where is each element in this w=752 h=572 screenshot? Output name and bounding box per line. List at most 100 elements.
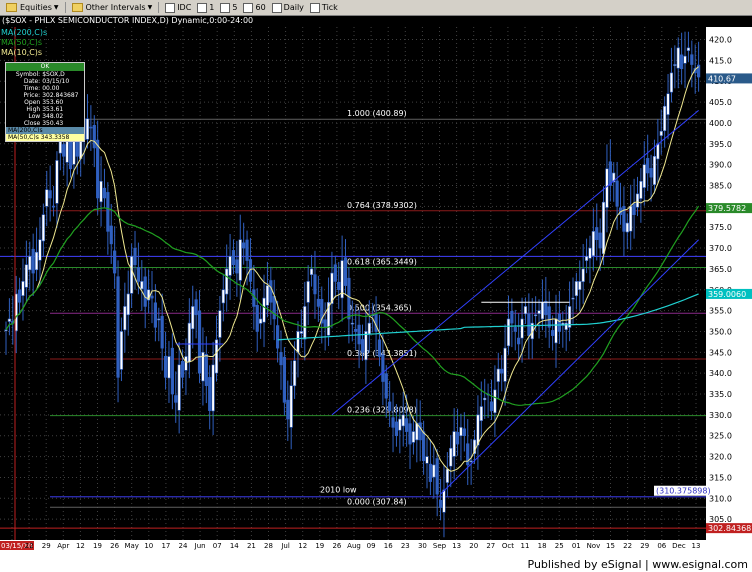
candle-body [686, 47, 691, 51]
info-rows: Symbol: $SOX,D Date: 03/15/10 Time: 00.00 Pric… [6, 71, 84, 127]
candle-body [228, 256, 232, 276]
candle-body [615, 180, 619, 207]
candle-body [225, 268, 229, 295]
candle-body [520, 318, 524, 339]
toolbar-equities[interactable]: Equities ▼ [6, 3, 59, 12]
info-row-value: 353.61 [42, 106, 64, 113]
candle-body [421, 431, 426, 462]
candle-body [28, 256, 32, 271]
candle-body [591, 231, 595, 257]
candle-body [99, 181, 103, 203]
candle-body [197, 310, 202, 374]
candle-body [557, 313, 562, 332]
y-tick-label: 395.0 [709, 140, 732, 149]
toolbar-daily[interactable]: Daily [271, 2, 304, 13]
x-tick-label: 16 [384, 542, 393, 550]
legend-ma200: MA(200,C)s [1, 28, 48, 37]
candle-body [24, 264, 28, 288]
candle-body [343, 257, 348, 286]
y-tick-label: 320.0 [709, 453, 732, 462]
candle-body [438, 499, 443, 508]
candle-body [330, 272, 334, 304]
footer: Published by eSignal | www.esignal.com [0, 557, 752, 572]
candle-body [646, 158, 650, 174]
dropdown-arrow-icon: ▼ [147, 4, 153, 11]
candle-body [578, 281, 582, 290]
y-tick-label: 310.0 [709, 494, 732, 503]
candle-body [269, 280, 273, 303]
toolbar-label: 5 [232, 3, 238, 12]
candle-body [262, 297, 266, 323]
candle-body [143, 276, 147, 307]
candle-body [510, 310, 514, 324]
toolbar-tick[interactable]: Tick [309, 2, 338, 13]
candle-body [680, 54, 684, 70]
level-label: 0.500 (354.365) [347, 303, 412, 312]
x-tick-label: 21 [247, 542, 256, 550]
candle-body [483, 397, 487, 401]
candle-body [45, 189, 49, 207]
candle-body [432, 464, 436, 478]
toolbar-label: Tick [321, 3, 338, 12]
y-tick-label: 390.0 [709, 161, 732, 170]
candle-body [462, 428, 466, 437]
toolbar: Equities ▼ Other Intervals ▼ IDC 1 5 60 Da… [0, 0, 752, 16]
x-tick-label: 19 [315, 542, 324, 550]
candle-body [401, 414, 405, 427]
candle-body [306, 281, 310, 303]
candle-body [540, 301, 545, 320]
info-row-key: Symbol: [15, 71, 41, 78]
x-tick-label: May [124, 542, 138, 550]
candle-body [537, 310, 541, 314]
candle-body [595, 227, 599, 241]
candle-body [85, 118, 90, 140]
candle-body [554, 318, 558, 344]
candle-body [601, 201, 606, 255]
candle-body [354, 328, 358, 332]
candle-body [21, 281, 25, 296]
x-tick-label: 17 [161, 542, 170, 550]
toolbar-other-intervals[interactable]: Other Intervals ▼ [71, 3, 153, 12]
info-row-key: Price: [23, 92, 41, 99]
price-tag-label: 410.67 [708, 74, 736, 83]
candle-body [41, 214, 45, 242]
price-chart[interactable]: 305.0 310.0 315.0 320.0 325.0 330.0 335.0 340.0… [0, 27, 752, 557]
candle-body [649, 168, 653, 178]
toolbar-1[interactable]: 1 [197, 2, 214, 13]
candle-body [479, 406, 483, 421]
level-label: (310.375898) [656, 487, 711, 496]
candle-body [92, 124, 96, 149]
candle-body [398, 418, 402, 431]
candle-body [119, 331, 124, 370]
candle-body [489, 401, 494, 412]
candle-body [388, 401, 392, 412]
info-row: Close 350.43 [6, 120, 84, 127]
y-tick-label: 405.0 [709, 98, 732, 107]
candle-body [408, 423, 412, 445]
candle-body [360, 339, 365, 353]
candle-body [238, 239, 242, 281]
checkbox-icon [165, 2, 176, 13]
candle-body [469, 460, 473, 463]
toolbar-separator [158, 2, 160, 13]
candle-body [116, 276, 120, 378]
candle-body [405, 418, 409, 432]
info-row: High 353.61 [6, 106, 84, 113]
x-tick-label: 15 [606, 542, 615, 550]
candle-body [425, 456, 429, 464]
x-tick-label: 12 [76, 542, 85, 550]
toolbar-idc[interactable]: IDC [165, 2, 191, 13]
x-tick-label: 14 [230, 542, 239, 550]
candle-body [259, 318, 263, 324]
info-row-key: Date: [23, 78, 41, 85]
x-tick-label: 10 [144, 542, 153, 550]
toolbar-60[interactable]: 60 [243, 2, 266, 13]
candle-body [625, 222, 629, 233]
candle-body [347, 277, 351, 320]
candle-body [126, 293, 130, 316]
x-tick-label: 24 [179, 542, 188, 550]
candle-body [428, 463, 432, 482]
candle-body [309, 268, 314, 275]
candle-body [571, 297, 575, 300]
toolbar-5[interactable]: 5 [220, 2, 238, 13]
